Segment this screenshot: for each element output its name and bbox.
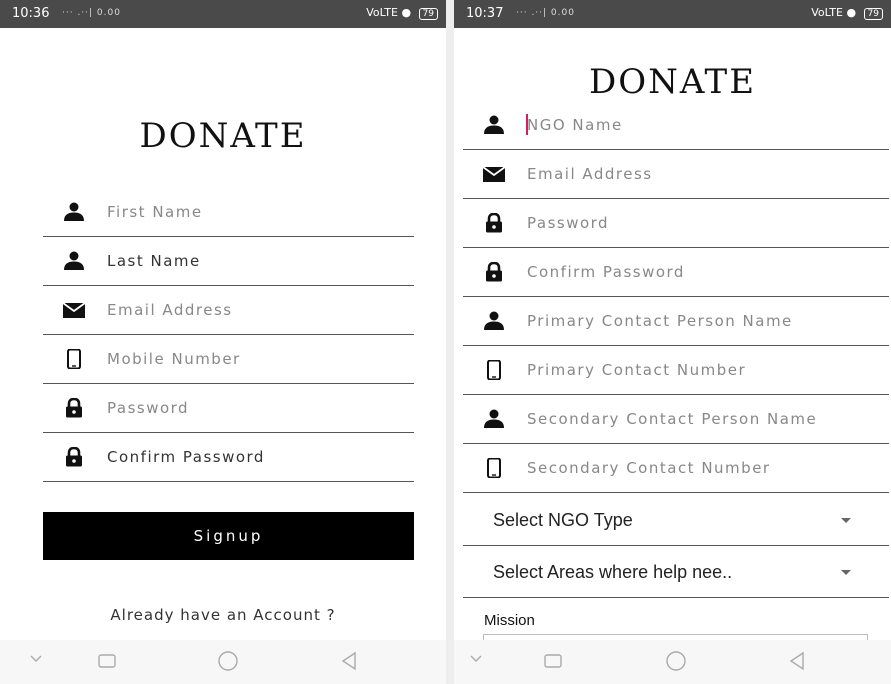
signup-screen: 10:36 ‧‧‧ .‧‧| 0.00 VoLTE ● 79 DONATE Fi… bbox=[0, 0, 446, 684]
email-address-field[interactable]: Email Address bbox=[43, 286, 414, 335]
recents-icon[interactable] bbox=[96, 650, 118, 672]
secondary-contact-number-placeholder: Secondary Contact Number bbox=[527, 459, 771, 477]
ngo-name-field[interactable]: NGO Name bbox=[463, 101, 889, 150]
brand-title: DONATE bbox=[139, 116, 307, 156]
confirm-password-placeholder: Confirm Password bbox=[107, 448, 265, 466]
brand-title: DONATE bbox=[588, 62, 757, 102]
signal-icon: ‧‧‧ .‧‧| 0.00 bbox=[516, 8, 575, 18]
status-time: 10:36 bbox=[12, 6, 50, 21]
last-name-field[interactable]: Last Name bbox=[43, 237, 414, 286]
battery-icon: 79 bbox=[418, 8, 438, 20]
signup-button[interactable]: Signup bbox=[43, 512, 414, 560]
ngo-name-placeholder: NGO Name bbox=[527, 116, 623, 134]
secondary-contact-number-field[interactable]: Secondary Contact Number bbox=[463, 444, 889, 493]
password-placeholder: Password bbox=[107, 399, 190, 417]
lock-icon bbox=[63, 397, 85, 418]
person-icon bbox=[483, 115, 505, 135]
help-areas-select[interactable]: Select Areas where help nee.. bbox=[463, 546, 889, 598]
confirm-password-placeholder: Confirm Password bbox=[527, 263, 685, 281]
ngo-type-select[interactable]: Select NGO Type bbox=[463, 494, 889, 546]
primary-contact-number-placeholder: Primary Contact Number bbox=[527, 361, 747, 379]
nav-bar bbox=[454, 640, 891, 684]
dropdown-arrow-icon bbox=[841, 518, 851, 523]
lock-icon bbox=[483, 261, 505, 282]
volte-icon: VoLTE bbox=[811, 6, 843, 19]
password-placeholder: Password bbox=[527, 214, 610, 232]
status-bar: 10:37 ‧‧‧ .‧‧| 0.00 VoLTE ● 79 bbox=[454, 0, 891, 28]
password-field[interactable]: Password bbox=[43, 384, 414, 433]
email-address-field[interactable]: Email Address bbox=[463, 150, 889, 199]
status-time: 10:37 bbox=[466, 6, 504, 21]
email-address-placeholder: Email Address bbox=[107, 301, 233, 319]
secondary-contact-person-name-field[interactable]: Secondary Contact Person Name bbox=[463, 395, 889, 444]
primary-contact-number-field[interactable]: Primary Contact Number bbox=[463, 346, 889, 395]
ngo-registration-screen: 10:37 ‧‧‧ .‧‧| 0.00 VoLTE ● 79 DONATE NG… bbox=[454, 0, 891, 684]
mobile-number-field[interactable]: Mobile Number bbox=[43, 335, 414, 384]
mail-icon bbox=[482, 164, 506, 184]
recents-icon[interactable] bbox=[542, 650, 564, 672]
secondary-contact-person-name-placeholder: Secondary Contact Person Name bbox=[527, 410, 818, 428]
signal-icon: ‧‧‧ .‧‧| 0.00 bbox=[62, 8, 121, 18]
confirm-password-field[interactable]: Confirm Password bbox=[463, 248, 889, 297]
person-icon bbox=[483, 409, 505, 429]
email-address-placeholder: Email Address bbox=[527, 165, 653, 183]
lock-icon bbox=[483, 212, 505, 233]
lock-icon bbox=[63, 446, 85, 467]
dropdown-arrow-icon bbox=[841, 570, 851, 575]
password-field[interactable]: Password bbox=[463, 199, 889, 248]
person-icon bbox=[63, 202, 85, 222]
primary-contact-person-name-placeholder: Primary Contact Person Name bbox=[527, 312, 793, 330]
home-icon[interactable] bbox=[664, 650, 688, 674]
first-name-field[interactable]: First Name bbox=[43, 188, 414, 237]
mission-label: Mission bbox=[484, 612, 535, 629]
status-indicators: VoLTE ● 79 bbox=[366, 6, 438, 20]
mobile-number-placeholder: Mobile Number bbox=[107, 350, 241, 368]
alarm-icon: ● bbox=[846, 6, 857, 19]
status-bar: 10:36 ‧‧‧ .‧‧| 0.00 VoLTE ● 79 bbox=[0, 0, 446, 28]
chevron-down-icon[interactable] bbox=[28, 650, 44, 666]
back-icon[interactable] bbox=[786, 650, 808, 672]
home-icon[interactable] bbox=[216, 650, 240, 674]
first-name-placeholder: First Name bbox=[107, 203, 203, 221]
battery-icon: 79 bbox=[863, 8, 883, 20]
person-icon bbox=[483, 311, 505, 331]
phone-icon bbox=[63, 348, 85, 370]
phone-icon bbox=[483, 359, 505, 381]
person-icon bbox=[63, 251, 85, 271]
volte-icon: VoLTE bbox=[366, 6, 398, 19]
primary-contact-person-name-field[interactable]: Primary Contact Person Name bbox=[463, 297, 889, 346]
back-icon[interactable] bbox=[338, 650, 360, 672]
phone-icon bbox=[483, 457, 505, 479]
mail-icon bbox=[62, 300, 86, 320]
login-link[interactable]: Already have an Account ? bbox=[0, 606, 446, 624]
help-areas-select-value: Select Areas where help nee.. bbox=[493, 562, 733, 582]
status-indicators: VoLTE ● 79 bbox=[811, 6, 883, 20]
alarm-icon: ● bbox=[401, 6, 412, 19]
chevron-down-icon[interactable] bbox=[468, 650, 484, 666]
last-name-placeholder: Last Name bbox=[107, 252, 201, 270]
nav-bar bbox=[0, 640, 446, 684]
ngo-type-select-value: Select NGO Type bbox=[493, 510, 633, 530]
confirm-password-field[interactable]: Confirm Password bbox=[43, 433, 414, 482]
screen-divider bbox=[446, 0, 454, 684]
